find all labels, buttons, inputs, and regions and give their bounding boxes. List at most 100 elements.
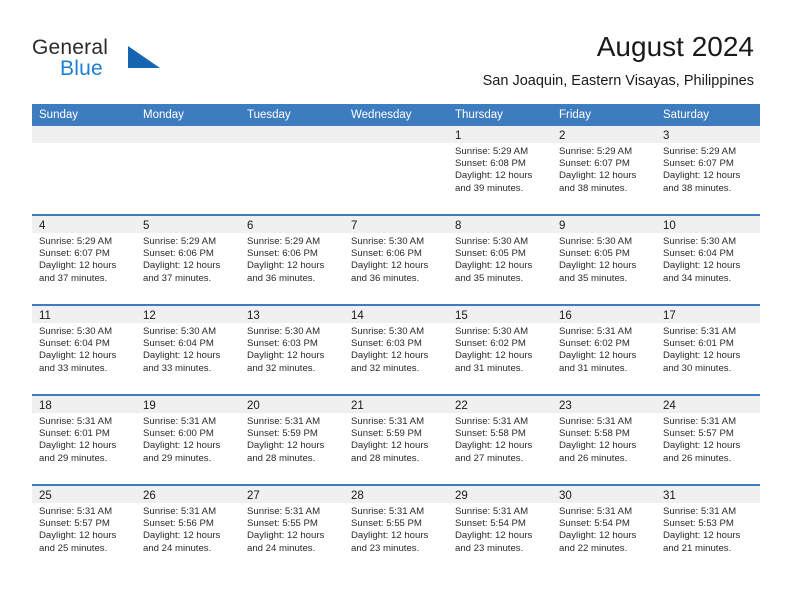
day-cell[interactable]: 4 Sunrise: 5:29 AM Sunset: 6:07 PM Daylight… xyxy=(32,216,136,304)
day-info: Sunrise: 5:31 AM Sunset: 5:54 PM Daylight:… xyxy=(552,503,656,555)
day-cell[interactable]: 7 Sunrise: 5:30 AM Sunset: 6:06 PM Daylight… xyxy=(344,216,448,304)
day-cell[interactable]: 17 Sunrise: 5:31 AM Sunset: 6:01 PM Dayligh… xyxy=(656,306,760,394)
daylight-text-line2: and 27 minutes. xyxy=(455,452,524,464)
day-cell[interactable]: 10 Sunrise: 5:30 AM Sunset: 6:04 PM Dayligh… xyxy=(656,216,760,304)
weekday-header-wednesday: Wednesday xyxy=(351,109,412,121)
day-number-band: 12 xyxy=(136,306,240,323)
daylight-text-line1: Daylight: 12 hours xyxy=(455,260,533,272)
calendar-weeks: 1 Sunrise: 5:29 AM Sunset: 6:08 PM Daylight… xyxy=(32,126,760,574)
sunset-text: Sunset: 5:54 PM xyxy=(455,518,526,530)
daylight-text-line1: Daylight: 12 hours xyxy=(559,350,637,362)
day-number-band xyxy=(344,126,448,143)
day-cell[interactable]: 14 Sunrise: 5:30 AM Sunset: 6:03 PM Dayligh… xyxy=(344,306,448,394)
day-number-band: 16 xyxy=(552,306,656,323)
day-info: Sunrise: 5:31 AM Sunset: 5:54 PM Daylight:… xyxy=(448,503,552,555)
sunrise-text: Sunrise: 5:31 AM xyxy=(247,506,321,517)
day-info: Sunrise: 5:30 AM Sunset: 6:06 PM Daylight:… xyxy=(344,233,448,285)
day-cell[interactable]: 6 Sunrise: 5:29 AM Sunset: 6:06 PM Daylight… xyxy=(240,216,344,304)
day-number-band: 28 xyxy=(344,486,448,503)
day-number: 22 xyxy=(455,400,468,412)
day-number-band: 24 xyxy=(656,396,760,413)
calendar-grid: Sunday Monday Tuesday Wednesday Thursday Frid… xyxy=(32,104,760,574)
day-info: Sunrise: 5:30 AM Sunset: 6:03 PM Daylight:… xyxy=(240,323,344,375)
day-cell[interactable]: 16 Sunrise: 5:31 AM Sunset: 6:02 PM Dayligh… xyxy=(552,306,656,394)
day-info: Sunrise: 5:31 AM Sunset: 6:02 PM Daylight:… xyxy=(552,323,656,375)
daylight-text-line1: Daylight: 12 hours xyxy=(663,170,741,182)
day-cell[interactable]: 2 Sunrise: 5:29 AM Sunset: 6:07 PM Daylight… xyxy=(552,126,656,214)
calendar-week-row: 1 Sunrise: 5:29 AM Sunset: 6:08 PM Daylight… xyxy=(32,126,760,214)
daylight-text-line2: and 39 minutes. xyxy=(455,182,524,194)
sunrise-text: Sunrise: 5:29 AM xyxy=(39,236,113,247)
day-cell[interactable]: 18 Sunrise: 5:31 AM Sunset: 6:01 PM Dayligh… xyxy=(32,396,136,484)
sunrise-text: Sunrise: 5:31 AM xyxy=(559,326,633,337)
sunset-text: Sunset: 6:00 PM xyxy=(143,428,214,440)
day-cell[interactable]: 20 Sunrise: 5:31 AM Sunset: 5:59 PM Dayligh… xyxy=(240,396,344,484)
day-cell[interactable]: 26 Sunrise: 5:31 AM Sunset: 5:56 PM Dayligh… xyxy=(136,486,240,574)
day-cell[interactable]: 13 Sunrise: 5:30 AM Sunset: 6:03 PM Dayligh… xyxy=(240,306,344,394)
sunset-text: Sunset: 6:06 PM xyxy=(351,248,422,260)
brand-logo[interactable]: General Blue xyxy=(32,36,202,84)
day-number: 10 xyxy=(663,220,676,232)
sunset-text: Sunset: 5:57 PM xyxy=(663,428,734,440)
sunset-text: Sunset: 6:06 PM xyxy=(143,248,214,260)
daylight-text-line1: Daylight: 12 hours xyxy=(455,170,533,182)
weekday-header-sunday: Sunday xyxy=(39,109,79,121)
day-info: Sunrise: 5:30 AM Sunset: 6:05 PM Daylight:… xyxy=(552,233,656,285)
daylight-text-line2: and 38 minutes. xyxy=(663,182,732,194)
day-number-band: 8 xyxy=(448,216,552,233)
sunset-text: Sunset: 5:55 PM xyxy=(247,518,318,530)
day-cell[interactable]: 22 Sunrise: 5:31 AM Sunset: 5:58 PM Dayligh… xyxy=(448,396,552,484)
day-number: 13 xyxy=(247,310,260,322)
sunrise-text: Sunrise: 5:30 AM xyxy=(455,326,529,337)
daylight-text-line2: and 25 minutes. xyxy=(39,542,108,554)
sunset-text: Sunset: 5:55 PM xyxy=(351,518,422,530)
sunset-text: Sunset: 6:05 PM xyxy=(455,248,526,260)
sunrise-text: Sunrise: 5:29 AM xyxy=(663,146,737,157)
day-number-band: 2 xyxy=(552,126,656,143)
sunset-text: Sunset: 5:58 PM xyxy=(559,428,630,440)
day-info: Sunrise: 5:31 AM Sunset: 5:56 PM Daylight:… xyxy=(136,503,240,555)
daylight-text-line1: Daylight: 12 hours xyxy=(351,440,429,452)
day-cell[interactable]: 5 Sunrise: 5:29 AM Sunset: 6:06 PM Daylight… xyxy=(136,216,240,304)
day-cell[interactable]: 12 Sunrise: 5:30 AM Sunset: 6:04 PM Dayligh… xyxy=(136,306,240,394)
day-info: Sunrise: 5:31 AM Sunset: 6:01 PM Daylight:… xyxy=(32,413,136,465)
sunrise-text: Sunrise: 5:30 AM xyxy=(351,326,425,337)
day-number-band: 6 xyxy=(240,216,344,233)
day-cell[interactable]: 30 Sunrise: 5:31 AM Sunset: 5:54 PM Dayligh… xyxy=(552,486,656,574)
day-info: Sunrise: 5:29 AM Sunset: 6:07 PM Daylight:… xyxy=(656,143,760,195)
day-cell[interactable]: 25 Sunrise: 5:31 AM Sunset: 5:57 PM Dayligh… xyxy=(32,486,136,574)
daylight-text-line1: Daylight: 12 hours xyxy=(143,530,221,542)
day-info: Sunrise: 5:29 AM Sunset: 6:06 PM Daylight:… xyxy=(136,233,240,285)
day-cell[interactable]: 23 Sunrise: 5:31 AM Sunset: 5:58 PM Dayligh… xyxy=(552,396,656,484)
day-cell[interactable]: 19 Sunrise: 5:31 AM Sunset: 6:00 PM Dayligh… xyxy=(136,396,240,484)
daylight-text-line2: and 22 minutes. xyxy=(559,542,628,554)
sunset-text: Sunset: 6:07 PM xyxy=(559,158,630,170)
day-cell[interactable]: 31 Sunrise: 5:31 AM Sunset: 5:53 PM Dayligh… xyxy=(656,486,760,574)
sunset-text: Sunset: 5:59 PM xyxy=(351,428,422,440)
day-cell[interactable]: 1 Sunrise: 5:29 AM Sunset: 6:08 PM Daylight… xyxy=(448,126,552,214)
day-cell[interactable]: 29 Sunrise: 5:31 AM Sunset: 5:54 PM Dayligh… xyxy=(448,486,552,574)
day-number-band: 20 xyxy=(240,396,344,413)
day-cell[interactable]: 28 Sunrise: 5:31 AM Sunset: 5:55 PM Dayligh… xyxy=(344,486,448,574)
day-info: Sunrise: 5:29 AM Sunset: 6:07 PM Daylight:… xyxy=(32,233,136,285)
day-cell[interactable]: 8 Sunrise: 5:30 AM Sunset: 6:05 PM Daylight… xyxy=(448,216,552,304)
sunset-text: Sunset: 6:03 PM xyxy=(247,338,318,350)
day-cell[interactable]: 21 Sunrise: 5:31 AM Sunset: 5:59 PM Dayligh… xyxy=(344,396,448,484)
day-cell[interactable]: 3 Sunrise: 5:29 AM Sunset: 6:07 PM Daylight… xyxy=(656,126,760,214)
day-number: 21 xyxy=(351,400,364,412)
sunrise-text: Sunrise: 5:31 AM xyxy=(663,416,737,427)
daylight-text-line2: and 29 minutes. xyxy=(39,452,108,464)
day-number-band: 23 xyxy=(552,396,656,413)
day-number-band: 15 xyxy=(448,306,552,323)
day-number: 7 xyxy=(351,220,358,232)
day-cell[interactable]: 9 Sunrise: 5:30 AM Sunset: 6:05 PM Daylight… xyxy=(552,216,656,304)
calendar-week-row: 11 Sunrise: 5:30 AM Sunset: 6:04 PM Dayligh… xyxy=(32,304,760,394)
day-cell[interactable]: 11 Sunrise: 5:30 AM Sunset: 6:04 PM Dayligh… xyxy=(32,306,136,394)
day-number: 1 xyxy=(455,130,462,142)
day-cell[interactable]: 24 Sunrise: 5:31 AM Sunset: 5:57 PM Dayligh… xyxy=(656,396,760,484)
day-info: Sunrise: 5:31 AM Sunset: 6:01 PM Daylight:… xyxy=(656,323,760,375)
day-cell[interactable]: 15 Sunrise: 5:30 AM Sunset: 6:02 PM Dayligh… xyxy=(448,306,552,394)
day-number: 18 xyxy=(39,400,52,412)
day-cell[interactable]: 27 Sunrise: 5:31 AM Sunset: 5:55 PM Dayligh… xyxy=(240,486,344,574)
sunset-text: Sunset: 6:04 PM xyxy=(663,248,734,260)
